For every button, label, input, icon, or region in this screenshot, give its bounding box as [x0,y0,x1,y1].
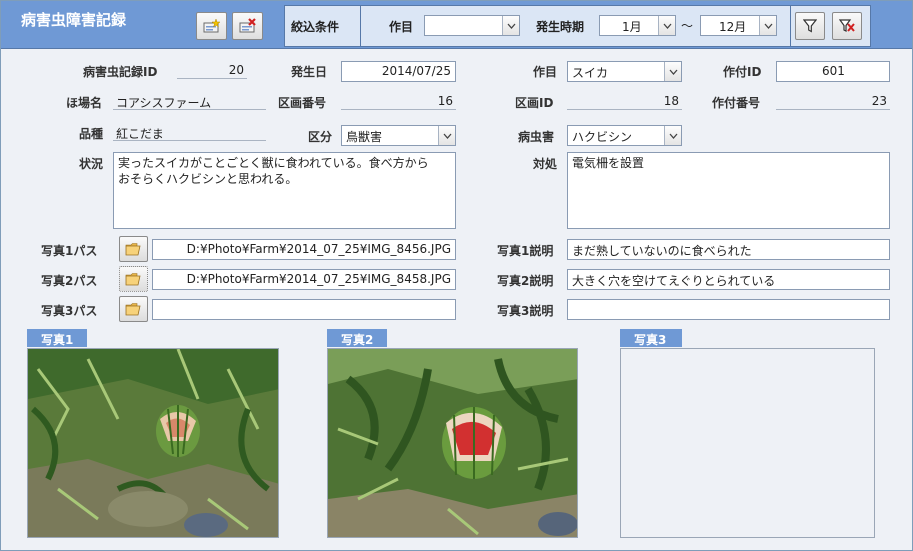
photo1-tab: 写真1 [27,329,87,347]
window: 病害虫障害記録 絞込条件 作目 発生時期 1月 ～ 12月 病害虫記録ID 20… [0,0,913,551]
status-label: 状況 [79,157,104,171]
photo3-desc-field[interactable] [567,299,890,320]
record-id-field: 20 [177,61,247,79]
pest-value: ハクビシン [572,130,633,144]
photo1-path-field[interactable]: D:¥Photo¥Farm¥2014_07_25¥IMG_8456.JPG [152,239,456,260]
filter-label: 絞込条件 [291,20,340,34]
photo2-desc-field[interactable]: 大きく穴を空けてえぐりとられている [567,269,890,290]
filter-icon [803,19,817,33]
pest-select[interactable]: ハクビシン [567,125,682,146]
plot-no-field: 16 [341,92,456,110]
header-bar: 病害虫障害記録 絞込条件 作目 発生時期 1月 ～ 12月 [1,1,912,49]
photo3-browse-button[interactable] [119,296,148,322]
category-select[interactable]: 鳥獣害 [341,125,456,146]
delete-record-icon [239,18,256,33]
field-name-label: ほ場名 [66,96,103,110]
chevron-down-icon[interactable] [658,16,675,35]
new-record-icon [203,18,221,33]
photo2-image [327,348,578,538]
planting-no-label: 作付番号 [712,96,761,110]
category-value: 鳥獣害 [346,130,383,144]
photo2-path-field[interactable]: D:¥Photo¥Farm¥2014_07_25¥IMG_8458.JPG [152,269,456,290]
plot-id-field: 18 [567,92,682,110]
variety-label: 品種 [79,127,104,141]
photo3-image-empty [620,348,875,538]
plot-id-label: 区画ID [515,96,554,110]
folder-icon [125,243,141,256]
chevron-down-icon[interactable] [664,126,681,145]
photo3-path-field[interactable] [152,299,456,320]
planting-no-field: 23 [776,92,890,110]
folder-icon [125,273,141,286]
month-to-value: 12月 [719,20,747,34]
crop-select[interactable]: スイカ [567,61,682,82]
delete-record-button[interactable] [232,12,263,40]
chevron-down-icon[interactable] [502,16,519,35]
chevron-down-icon[interactable] [759,16,776,35]
crop-label: 作目 [533,65,558,79]
filter-crop-label: 作目 [389,20,414,34]
record-id-label: 病害虫記録ID [83,65,158,79]
photo2-desc-label: 写真2説明 [497,274,554,288]
folder-icon [125,303,141,316]
pest-label: 病虫害 [518,130,555,144]
action-label: 対処 [533,157,558,171]
filter-crop-select[interactable] [424,15,520,36]
variety-field: 紅こだま [113,123,266,141]
date-label: 発生日 [291,65,328,79]
date-field[interactable]: 2014/07/25 [341,61,456,82]
chevron-down-icon[interactable] [664,62,681,81]
photo2-path-label: 写真2パス [41,274,98,288]
photo3-desc-label: 写真3説明 [497,304,554,318]
field-name-field: コアシスファーム [113,92,266,110]
status-textarea[interactable]: 実ったスイカがことごとく獣に食われている。食べ方から おそらくハクビシンと思われ… [113,152,456,229]
action-textarea[interactable]: 電気柵を設置 [567,152,890,229]
month-from-select[interactable]: 1月 [599,15,676,36]
month-from-value: 1月 [622,20,642,34]
filter-divider [790,6,791,46]
chevron-down-icon[interactable] [438,126,455,145]
photo3-tab: 写真3 [620,329,682,347]
photo1-browse-button[interactable] [119,236,148,262]
planting-id-label: 作付ID [723,65,762,79]
apply-filter-button[interactable] [795,12,825,40]
plot-no-label: 区画番号 [278,96,327,110]
photo1-watermelon-image [28,349,278,537]
clear-filter-icon [839,19,855,32]
filter-divider [360,6,361,46]
filter-panel: 絞込条件 作目 発生時期 1月 ～ 12月 [284,5,871,47]
crop-value: スイカ [572,66,609,80]
photo1-desc-field[interactable]: まだ熟していないのに食べられた [567,239,890,260]
new-record-button[interactable] [196,12,227,40]
photo1-image [27,348,279,538]
page-title: 病害虫障害記録 [21,11,127,29]
photo2-watermelon-image [328,349,577,537]
period-tilde: ～ [681,19,694,33]
photo2-browse-button[interactable] [119,266,148,292]
month-to-select[interactable]: 12月 [700,15,777,36]
clear-filter-button[interactable] [832,12,862,40]
filter-period-label: 発生時期 [536,20,585,34]
planting-id-field[interactable]: 601 [776,61,890,82]
photo1-desc-label: 写真1説明 [497,244,554,258]
category-label: 区分 [308,130,333,144]
photo2-tab: 写真2 [327,329,387,347]
photo3-path-label: 写真3パス [41,304,98,318]
photo1-path-label: 写真1パス [41,244,98,258]
